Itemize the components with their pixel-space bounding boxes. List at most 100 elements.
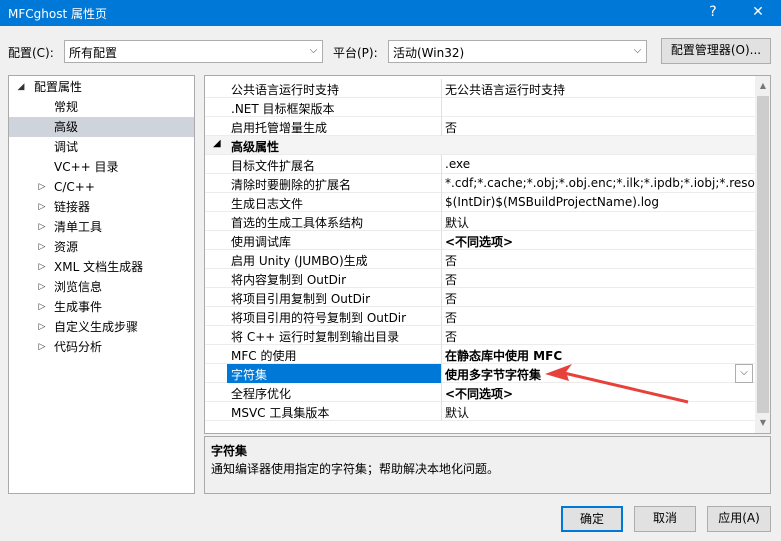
property-row[interactable]: 将项目引用的符号复制到 OutDir 否: [205, 307, 755, 326]
column-divider: [441, 193, 442, 212]
tree-item-resources[interactable]: ▷ 资源: [9, 237, 194, 257]
config-label: 配置(C):: [8, 46, 54, 60]
ok-button[interactable]: 确定: [561, 506, 623, 532]
property-row[interactable]: 全程序优化 <不同选项>: [205, 383, 755, 402]
expand-icon[interactable]: ▷: [36, 177, 48, 197]
tree-item-c-cpp[interactable]: ▷ C/C++: [9, 177, 194, 197]
expand-icon[interactable]: ▷: [36, 257, 48, 277]
property-row[interactable]: 清除时要删除的扩展名 *.cdf;*.cache;*.obj;*.obj.enc…: [205, 174, 755, 193]
column-divider: [441, 212, 442, 231]
tree-item-browse-info[interactable]: ▷ 浏览信息: [9, 277, 194, 297]
chevron-down-icon: ⌵: [633, 45, 642, 56]
property-value: 在静态库中使用 MFC: [445, 349, 563, 363]
expand-icon[interactable]: ▷: [36, 277, 48, 297]
expand-icon[interactable]: ▷: [36, 297, 48, 317]
close-button[interactable]: ✕: [738, 0, 778, 26]
tree-item-label: 清单工具: [54, 220, 103, 234]
config-select[interactable]: 所有配置 ⌵: [64, 40, 323, 63]
property-row[interactable]: 将项目引用复制到 OutDir 否: [205, 288, 755, 307]
expand-icon[interactable]: ◢: [15, 77, 27, 97]
property-name: 目标文件扩展名: [231, 159, 316, 173]
tree-item-build-events[interactable]: ▷ 生成事件: [9, 297, 194, 317]
tree-item-debugging[interactable]: 调试: [9, 137, 194, 157]
description-title: 字符集: [211, 444, 248, 458]
scroll-down-icon[interactable]: ▼: [755, 415, 770, 431]
property-row[interactable]: 目标文件扩展名 .exe: [205, 155, 755, 174]
property-row-character-set[interactable]: 字符集 使用多字节字符集 ⌵: [205, 364, 755, 383]
property-value: 使用多字节字符集: [445, 368, 542, 382]
property-row[interactable]: MSVC 工具集版本 默认: [205, 402, 755, 421]
tree-item-config-properties[interactable]: ◢ 配置属性: [9, 77, 194, 97]
property-name: 将项目引用复制到 OutDir: [231, 292, 371, 306]
platform-label: 平台(P):: [333, 46, 378, 60]
property-row[interactable]: .NET 目标框架版本: [205, 98, 755, 117]
expand-icon[interactable]: ▷: [36, 317, 48, 337]
platform-select-value: 活动(Win32): [393, 46, 465, 60]
column-divider: [441, 79, 442, 98]
tree-item-label: 自定义生成步骤: [54, 320, 139, 334]
platform-select[interactable]: 活动(Win32) ⌵: [388, 40, 647, 63]
cancel-button[interactable]: 取消: [634, 506, 696, 532]
property-name: 字符集: [231, 368, 268, 382]
chevron-down-icon[interactable]: ⌵: [735, 364, 753, 383]
property-value: 否: [445, 330, 458, 344]
property-row[interactable]: 首选的生成工具体系结构 默认: [205, 212, 755, 231]
property-grid[interactable]: 公共语言运行时支持 无公共语言运行时支持 .NET 目标框架版本 启用托管增量生…: [204, 75, 771, 434]
config-manager-button[interactable]: 配置管理器(O)...: [661, 38, 771, 64]
property-value: .exe: [445, 157, 471, 171]
category-name: 高级属性: [231, 140, 280, 154]
expand-icon[interactable]: ▷: [36, 337, 48, 357]
vertical-scrollbar[interactable]: ▲ ▼: [755, 76, 770, 433]
property-value: <不同选项>: [445, 235, 514, 249]
property-row[interactable]: 启用 Unity (JUMBO)生成 否: [205, 250, 755, 269]
collapse-icon[interactable]: ◢: [213, 138, 221, 149]
tree-item-vc-directories[interactable]: VC++ 目录: [9, 157, 194, 177]
column-divider: [441, 307, 442, 326]
column-divider: [441, 288, 442, 307]
tree-item-label: 代码分析: [54, 340, 103, 354]
title-bar: MFCghost 属性页 ? ✕: [0, 0, 781, 26]
expand-icon[interactable]: ▷: [36, 237, 48, 257]
help-button[interactable]: ?: [693, 0, 733, 26]
property-row[interactable]: 将 C++ 运行时复制到输出目录 否: [205, 326, 755, 345]
column-divider: [441, 231, 442, 250]
property-row[interactable]: 启用托管增量生成 否: [205, 117, 755, 136]
property-name: 将 C++ 运行时复制到输出目录: [231, 330, 400, 344]
tree-item-label: 资源: [54, 240, 79, 254]
tree-item-xml-doc-generator[interactable]: ▷ XML 文档生成器: [9, 257, 194, 277]
property-value: 否: [445, 273, 458, 287]
tree-item-label: 链接器: [54, 200, 91, 214]
column-divider: [441, 364, 442, 383]
tree-item-label: 配置属性: [34, 80, 83, 94]
tree-item-label: 浏览信息: [54, 280, 103, 294]
config-select-value: 所有配置: [69, 46, 118, 60]
property-row[interactable]: 生成日志文件 $(IntDir)$(MSBuildProjectName).lo…: [205, 193, 755, 212]
property-name: 生成日志文件: [231, 197, 304, 211]
property-row[interactable]: 将内容复制到 OutDir 否: [205, 269, 755, 288]
tree-item-advanced[interactable]: 高级: [9, 117, 194, 137]
property-row[interactable]: 使用调试库 <不同选项>: [205, 231, 755, 250]
property-row[interactable]: 公共语言运行时支持 无公共语言运行时支持: [205, 79, 755, 98]
column-divider: [441, 174, 442, 193]
tree-item-manifest-tool[interactable]: ▷ 清单工具: [9, 217, 194, 237]
tree-item-code-analysis[interactable]: ▷ 代码分析: [9, 337, 194, 357]
tree-item-label: 常规: [54, 100, 79, 114]
scroll-up-icon[interactable]: ▲: [755, 78, 770, 94]
property-name: MSVC 工具集版本: [231, 406, 330, 420]
property-row[interactable]: MFC 的使用 在静态库中使用 MFC: [205, 345, 755, 364]
scrollbar-thumb[interactable]: [757, 96, 769, 413]
apply-button[interactable]: 应用(A): [707, 506, 771, 532]
tree-item-linker[interactable]: ▷ 链接器: [9, 197, 194, 217]
tree-item-custom-build-step[interactable]: ▷ 自定义生成步骤: [9, 317, 194, 337]
tree-item-label: 高级: [54, 120, 79, 134]
tree-item-label: 调试: [54, 140, 79, 154]
description-text: 通知编译器使用指定的字符集；帮助解决本地化问题。: [211, 462, 500, 476]
property-value: 否: [445, 121, 458, 135]
column-divider: [441, 250, 442, 269]
expand-icon[interactable]: ▷: [36, 197, 48, 217]
tree-item-general[interactable]: 常规: [9, 97, 194, 117]
category-row-advanced[interactable]: ◢ 高级属性: [205, 136, 755, 155]
property-tree[interactable]: ◢ 配置属性 常规 高级 调试 VC++ 目录 ▷ C/C++ ▷ 链接器 ▷ …: [8, 75, 195, 494]
expand-icon[interactable]: ▷: [36, 217, 48, 237]
property-name: 将内容复制到 OutDir: [231, 273, 347, 287]
